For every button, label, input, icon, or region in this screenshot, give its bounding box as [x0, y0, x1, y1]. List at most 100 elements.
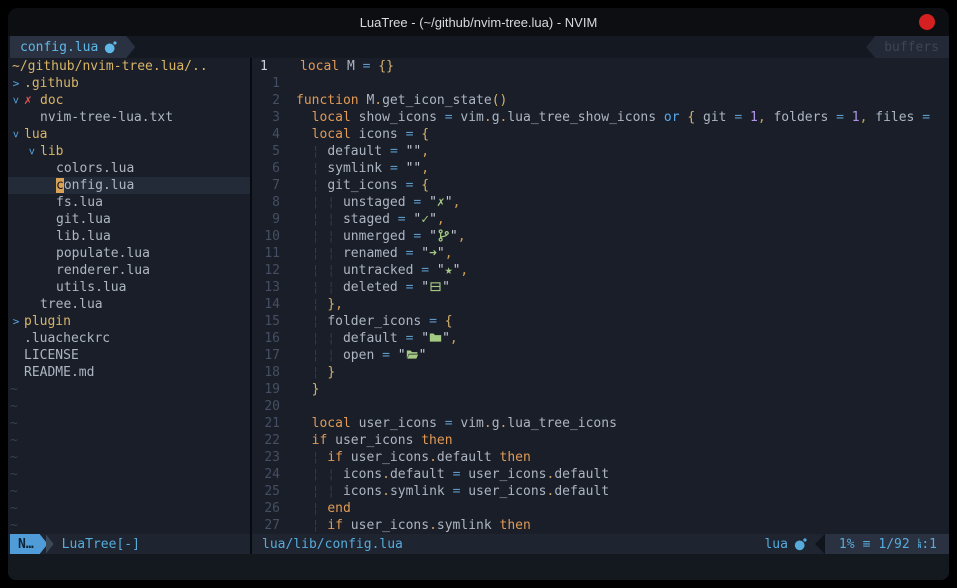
code-line[interactable]: 18 ¦ }: [256, 364, 949, 381]
code-line[interactable]: 1: [256, 75, 949, 92]
code-line[interactable]: 15 ¦ folder_icons = {: [256, 313, 949, 330]
code-line[interactable]: 9 ¦ ¦ staged = "✓",: [256, 211, 949, 228]
tree-item-plugin[interactable]: >plugin: [8, 313, 250, 330]
code-line[interactable]: 2function M.get_icon_state(): [256, 92, 949, 109]
line-number: 6: [256, 160, 288, 177]
tree-item-populate.lua[interactable]: populate.lua: [8, 245, 250, 262]
tree-item-label: git.lua: [56, 211, 111, 228]
code-line[interactable]: 6 ¦ symlink = "",: [256, 160, 949, 177]
code-text: ¦ ¦ staged = "✓",: [296, 211, 949, 228]
tree-item-label: colors.lua: [56, 160, 134, 177]
buffers-label-chunk[interactable]: buffers: [866, 36, 949, 58]
git-branch-icon: [437, 229, 450, 242]
tree-item-utils.lua[interactable]: utils.lua: [8, 279, 250, 296]
line-number: 25: [256, 483, 288, 500]
code-line[interactable]: 3 local show_icons = vim.g.lua_tree_show…: [256, 109, 949, 126]
tree-item-tree.lua[interactable]: tree.lua: [8, 296, 250, 313]
line-number: 12: [256, 262, 288, 279]
code-line[interactable]: 5 ¦ default = "",: [256, 143, 949, 160]
block-cursor: c: [56, 178, 64, 193]
tree-item-git.lua[interactable]: git.lua: [8, 211, 250, 228]
code-text: ¦ git_icons = {: [296, 177, 949, 194]
tree-item-label: lib.lua: [56, 228, 111, 245]
code-line[interactable]: 8 ¦ ¦ unstaged = "✗",: [256, 194, 949, 211]
code-text: ¦ ¦ icons.symlink = user_icons.default: [296, 483, 949, 500]
tree-item-config.lua[interactable]: config.lua: [8, 177, 250, 194]
line-number: 10: [256, 228, 288, 245]
line-number: 5: [256, 143, 288, 160]
code-line[interactable]: 11 ¦ ¦ renamed = "➜",: [256, 245, 949, 262]
line-number: 3: [256, 109, 288, 126]
code-line[interactable]: 7 ¦ git_icons = {: [256, 177, 949, 194]
scroll-percent: 1%: [839, 537, 855, 552]
code-line[interactable]: 23 ¦ if user_icons.default then: [256, 449, 949, 466]
git-dirty-icon: ✗: [24, 92, 40, 109]
close-button[interactable]: [919, 14, 935, 30]
code-line[interactable]: 25 ¦ ¦ icons.symlink = user_icons.defaul…: [256, 483, 949, 500]
code-text: ¦ ¦ unstaged = "✗",: [296, 194, 949, 211]
code-line[interactable]: 24 ¦ ¦ icons.default = user_icons.defaul…: [256, 466, 949, 483]
code-line[interactable]: 16 ¦ ¦ default = "",: [256, 330, 949, 347]
trash-icon: [429, 280, 442, 293]
status-file-path: lua/lib/config.lua: [262, 537, 403, 552]
tree-item-label: tree.lua: [40, 296, 103, 313]
code-line[interactable]: 20: [256, 398, 949, 415]
lua-moon-icon: [104, 41, 117, 54]
line-number: 20: [256, 398, 288, 415]
powerline-arrow-icon: [46, 534, 54, 554]
code-line[interactable]: 4 local icons = {: [256, 126, 949, 143]
window-title: LuaTree - (~/github/nvim-tree.lua) - NVI…: [360, 15, 598, 30]
code-text: ¦ if user_icons.symlink then: [296, 517, 949, 534]
tree-item-.github[interactable]: >.github: [8, 75, 250, 92]
tree-item-renderer.lua[interactable]: renderer.lua: [8, 262, 250, 279]
chevron-right-icon: >: [8, 75, 24, 92]
code-text: local M = {}: [300, 58, 949, 75]
tree-item-doc[interactable]: >✗doc: [8, 92, 250, 109]
code-line[interactable]: 12 ¦ ¦ untracked = "★",: [256, 262, 949, 279]
empty-line-tilde: ~: [8, 381, 250, 398]
tree-item-label: LICENSE: [24, 347, 79, 364]
code-lines: 1local M = {}12function M.get_icon_state…: [252, 58, 949, 534]
status-left: N… LuaTree[-]: [8, 534, 250, 554]
code-line[interactable]: 17 ¦ ¦ open = "": [256, 347, 949, 364]
line-number: 8: [256, 194, 288, 211]
tree-item-lua[interactable]: >lua: [8, 126, 250, 143]
code-line[interactable]: 13 ¦ ¦ deleted = "": [256, 279, 949, 296]
code-line[interactable]: 26 ¦ end: [256, 500, 949, 517]
powerline-chevron-left-icon: [815, 534, 825, 554]
code-text: ¦ ¦ renamed = "➜",: [296, 245, 949, 262]
lines-icon: ≡: [863, 537, 871, 552]
tree-item-colors.lua[interactable]: colors.lua: [8, 160, 250, 177]
tree-item-nvim-tree-lua.txt[interactable]: nvim-tree-lua.txt: [8, 109, 250, 126]
tree-item-LICENSE[interactable]: LICENSE: [8, 347, 250, 364]
line-number: 27: [256, 517, 288, 534]
code-line[interactable]: 22 if user_icons then: [256, 432, 949, 449]
line-number: 7: [256, 177, 288, 194]
command-line[interactable]: [8, 554, 949, 580]
line-number: 4: [256, 126, 288, 143]
code-line[interactable]: 19 }: [256, 381, 949, 398]
tree-item-fs.lua[interactable]: fs.lua: [8, 194, 250, 211]
code-text: ¦ ¦ icons.default = user_icons.default: [296, 466, 949, 483]
code-line[interactable]: 14 ¦ },: [256, 296, 949, 313]
chevron-right-icon: >: [8, 313, 24, 330]
tab-config-lua[interactable]: config.lua: [10, 36, 135, 58]
tree-item-label: .luacheckrc: [24, 330, 110, 347]
code-text: local user_icons = vim.g.lua_tree_icons: [296, 415, 949, 432]
tree-item-label: ~/github/nvim-tree.lua/..: [12, 58, 208, 75]
tree-item-label: .github: [24, 75, 79, 92]
tree-item-lib.lua[interactable]: lib.lua: [8, 228, 250, 245]
code-line[interactable]: 27 ¦ if user_icons.symlink then: [256, 517, 949, 534]
tree-item-.luacheckrc[interactable]: .luacheckrc: [8, 330, 250, 347]
tree-item-README.md[interactable]: README.md: [8, 364, 250, 381]
code-line[interactable]: 10 ¦ ¦ unmerged = "",: [256, 228, 949, 245]
code-line[interactable]: 1local M = {}: [256, 58, 949, 75]
code-line[interactable]: 21 local user_icons = vim.g.lua_tree_ico…: [256, 415, 949, 432]
code-text: ¦ end: [296, 500, 949, 517]
tree-item-lib[interactable]: >lib: [8, 143, 250, 160]
tree-item-githubnvim-tree.lua..[interactable]: ~/github/nvim-tree.lua/..: [8, 58, 250, 75]
code-text: [296, 398, 949, 415]
code-text: ¦ folder_icons = {: [296, 313, 949, 330]
nvim-window: LuaTree - (~/github/nvim-tree.lua) - NVI…: [8, 8, 949, 580]
line-indicator: 1/92: [878, 537, 909, 552]
